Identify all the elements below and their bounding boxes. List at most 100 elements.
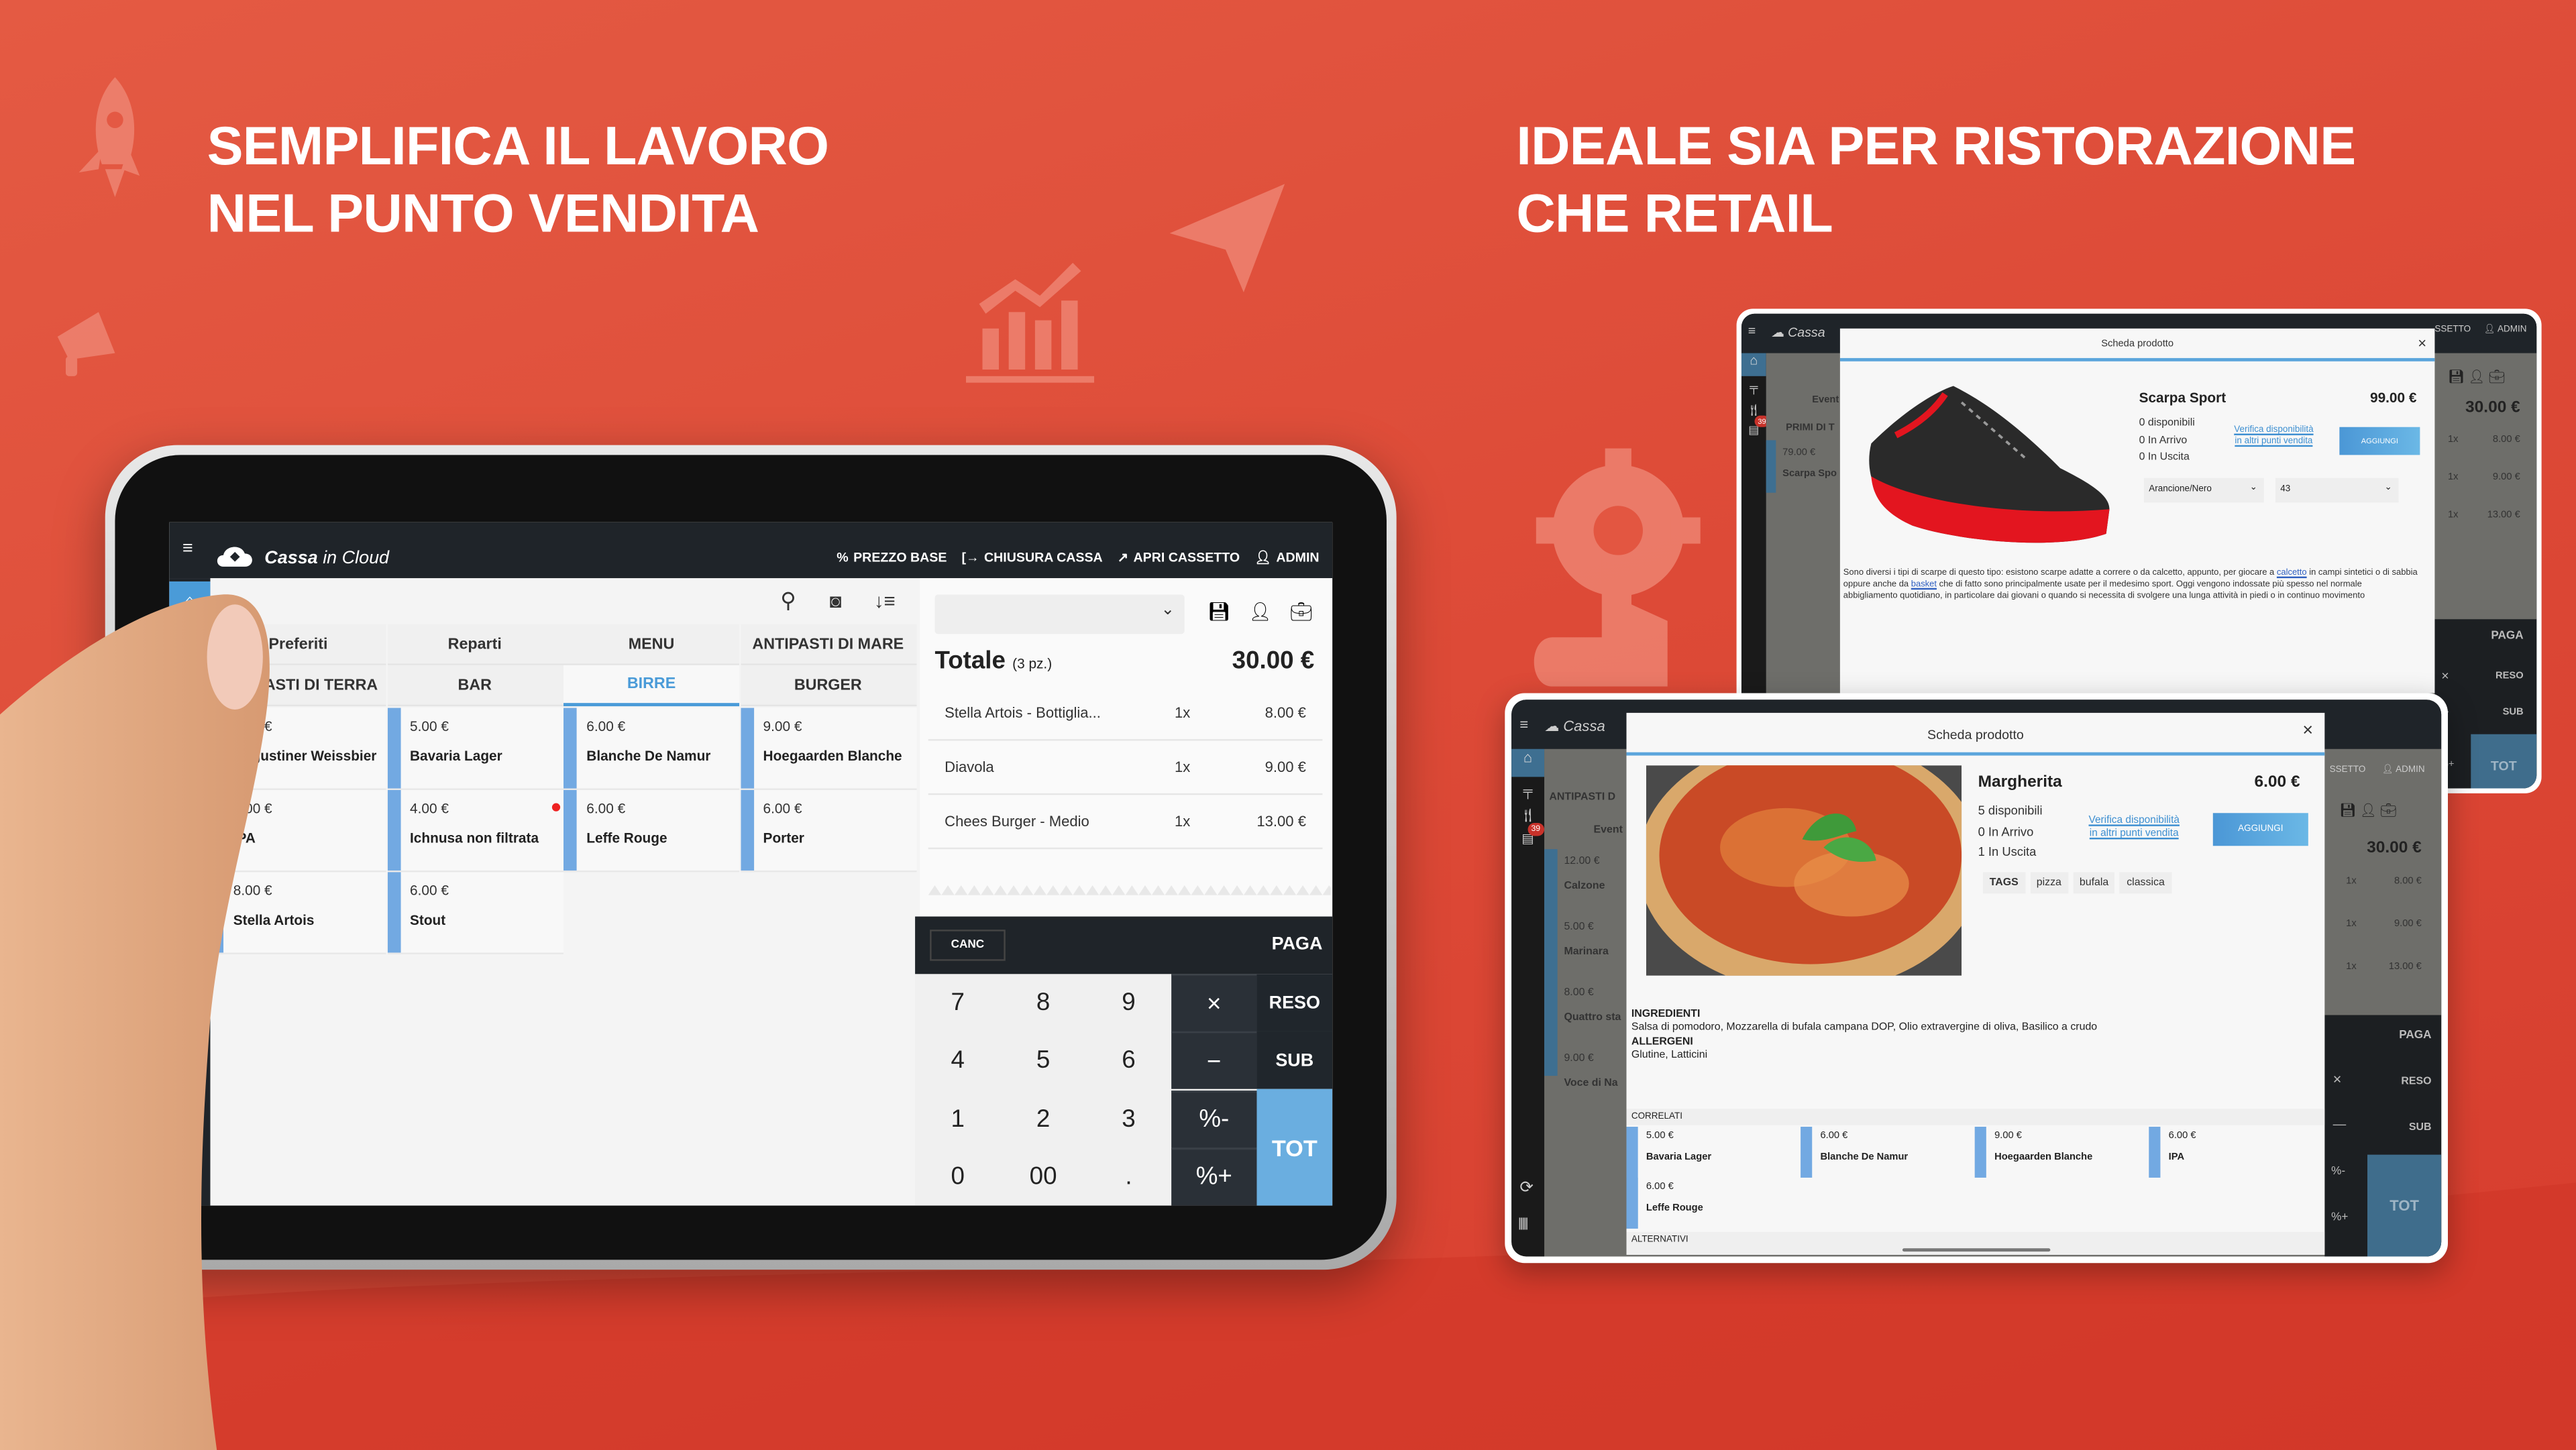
sort-icon[interactable]: ↓≡ [874,590,896,612]
digit-key-7[interactable]: 7 [915,974,1000,1031]
digit-key-5[interactable]: 5 [1000,1032,1085,1090]
total-button[interactable]: TOT [2367,1154,2442,1257]
subtotal-button[interactable]: SUB [1256,1031,1333,1089]
cart-line[interactable]: Chees Burger - Medio 1x 13.00 € [928,795,1323,850]
digit-key-00[interactable]: 00 [1000,1148,1085,1205]
product-name[interactable]: Marinara [1564,946,1608,958]
tab-burger[interactable]: BURGER [740,665,916,707]
check-availability-link[interactable]: Verifica disponibilità in altri punti ven… [2072,815,2196,840]
related-product-tile[interactable]: 6.00 € IPA [2149,1127,2323,1178]
add-button[interactable]: AGGIUNGI [2339,427,2420,455]
related-product-tile[interactable]: 9.00 € Hoegaarden Blanche [1974,1127,2149,1178]
close-icon[interactable]: × [2302,721,2313,740]
digit-key-2[interactable]: 2 [1000,1090,1085,1148]
digit-key-6[interactable]: 6 [1086,1032,1171,1090]
home-icon[interactable]: ⌂ [1511,748,1545,777]
save-icon[interactable]: 💾︎ [1208,601,1230,622]
hamburger-menu-icon[interactable]: ≡ [1748,323,1756,338]
tables-icon[interactable]: ╤ [1511,783,1544,798]
tab-bar[interactable]: BAR [386,665,563,707]
tag-chip[interactable]: classica [2120,872,2171,894]
digit-key-1[interactable]: 1 [915,1090,1000,1148]
orders-icon[interactable]: ▤ 39 [1741,415,1770,437]
multiply-key[interactable]: × [2333,1071,2342,1087]
product-tile[interactable]: 9.00 € Hoegaarden Blanche [740,708,916,790]
open-drawer-label[interactable]: SSETTO [2434,325,2471,335]
digit-key-0[interactable]: 0 [915,1148,1000,1205]
cart-line[interactable]: Stella Artois - Bottiglia... 1x 8.00 € [928,687,1323,741]
add-button[interactable]: AGGIUNGI [2212,813,2308,846]
hamburger-menu-icon[interactable]: ≡ [1519,716,1528,732]
return-button[interactable]: RESO [1256,974,1333,1031]
total-button[interactable]: TOT [2471,734,2537,789]
pay-button[interactable]: PAGA [2491,630,2523,642]
total-button[interactable]: TOT [1256,1089,1333,1206]
digit-key-.[interactable]: . [1086,1148,1171,1205]
minus-key[interactable]: — [2333,1117,2347,1131]
cart-line[interactable]: Diavola 1x 9.00 € [928,740,1323,795]
barcode-icon[interactable]: ||||| [1518,1215,1529,1230]
operator-key[interactable]: %- [1171,1089,1257,1148]
size-select[interactable]: 43 ⌄ [2275,478,2399,503]
admin-label[interactable]: 👤︎ ADMIN [2382,765,2425,775]
digit-key-4[interactable]: 4 [915,1032,1000,1090]
digit-key-9[interactable]: 9 [1086,974,1171,1031]
subtotal-button[interactable]: SUB [2409,1122,2432,1133]
tag-chip[interactable]: bufala [2073,872,2116,894]
check-availability-link[interactable]: Verifica disponibilità in altri punti ven… [2222,425,2324,448]
operator-key[interactable]: − [1171,1031,1257,1090]
related-product-tile[interactable]: 5.00 € Bavaria Lager [1626,1127,1801,1229]
admin-label[interactable]: 👤︎ ADMIN [2484,325,2527,335]
subtotal-button[interactable]: SUB [2503,708,2524,718]
close-icon[interactable]: × [2418,335,2426,351]
color-select[interactable]: Arancione/Nero ⌄ [2143,478,2264,503]
return-button[interactable]: RESO [2401,1076,2431,1087]
product-name[interactable]: Voce di Na [1564,1078,1617,1089]
multiply-key[interactable]: × [2441,669,2449,683]
sync-icon[interactable]: ⟳ [1519,1179,1534,1197]
product-tile[interactable]: 6.00 € Leffe Rouge [564,789,740,873]
pay-button[interactable]: PAGA [1272,934,1323,954]
tab-reparti[interactable]: Reparti [386,624,563,665]
home-icon[interactable]: ⌂ [1741,353,1766,376]
return-button[interactable]: RESO [2496,672,2524,682]
tab-birre[interactable]: BIRRE [564,665,740,707]
product-name[interactable]: Scarpa Spo [1782,469,1837,480]
percent-minus-key[interactable]: %- [2331,1166,2345,1178]
digit-key-8[interactable]: 8 [1000,974,1085,1031]
pay-button[interactable]: PAGA [2399,1030,2431,1042]
orders-icon[interactable]: ▤ 39 [1511,822,1544,846]
percent-plus-key[interactable]: %+ [2331,1212,2348,1223]
product-name[interactable]: Calzone [1564,881,1605,892]
base-price-button[interactable]: % PREZZO BASE [837,550,947,565]
digit-key-3[interactable]: 3 [1086,1090,1171,1148]
operator-key[interactable]: × [1171,974,1257,1031]
tab-events[interactable]: Event [1812,396,1839,406]
related-product-tile[interactable]: 6.00 € Leffe Rouge [1626,1177,1801,1229]
related-product-tile[interactable]: 6.00 € Blanche De Namur [1801,1127,1975,1178]
search-icon[interactable]: ⚲ [780,588,796,614]
close-register-button[interactable]: [→ CHIUSURA CASSA [962,550,1103,565]
product-tile[interactable]: 5.00 € Bavaria Lager [386,708,563,790]
tab-antipasti[interactable]: ANTIPASTI D [1549,791,1615,803]
product-name[interactable]: Quattro sta [1564,1012,1621,1023]
open-drawer-label[interactable]: SSETTO [2330,765,2366,775]
open-drawer-button[interactable]: ↗ APRI CASSETTO [1118,550,1240,565]
tab-primi[interactable]: PRIMI DI T [1786,424,1835,434]
cutlery-icon[interactable]: 🍴︎ [1511,808,1544,823]
camera-icon[interactable]: ◙ [830,590,842,612]
tag-chip[interactable]: pizza [2029,872,2068,894]
hamburger-menu-icon[interactable]: ≡ [182,539,199,557]
product-tile[interactable]: 4.00 € Ichnusa non filtrata [386,789,563,873]
product-tile[interactable]: 6.00 € Stout [386,872,563,954]
calcetto-link[interactable]: calcetto [2277,568,2307,578]
customer-icon[interactable]: 👤︎ [1248,601,1271,622]
product-tile[interactable]: 6.00 € Porter [740,789,916,873]
briefcase-icon[interactable]: 💼︎ [1289,601,1312,622]
tables-icon[interactable]: ╤ [1741,383,1766,394]
cancel-button[interactable]: CANC [930,930,1006,961]
table-select[interactable]: ⌄ [934,594,1185,634]
basket-link[interactable]: basket [1911,579,1937,590]
admin-user-button[interactable]: 👤︎ ADMIN [1254,550,1319,565]
operator-key[interactable]: %+ [1171,1148,1257,1205]
